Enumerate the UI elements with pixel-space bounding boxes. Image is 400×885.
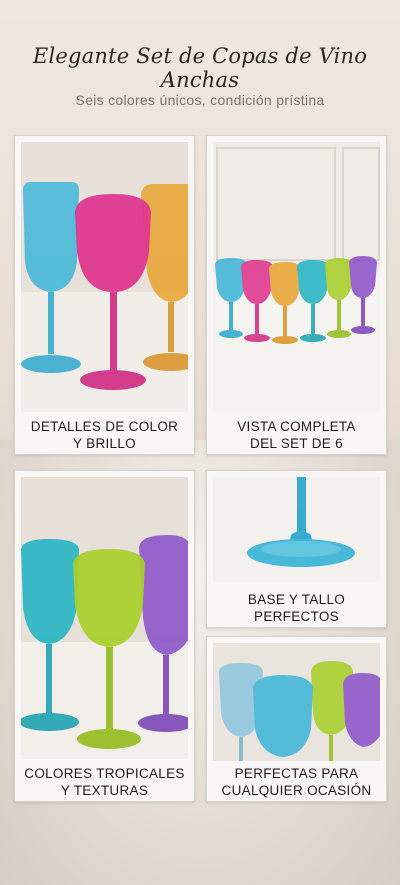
card-tropical-colors: COLORES TROPICALES Y TEXTURAS: [14, 470, 195, 802]
card-caption: BASE Y TALLO PERFECTOS: [207, 591, 386, 625]
page-title: Elegante Set de Copas de Vino Anchas: [32, 44, 368, 92]
glasses-closeup-image: [21, 142, 188, 412]
header: Elegante Set de Copas de Vino Anchas Sei…: [0, 0, 400, 125]
caption-line: Y TEXTURAS: [60, 783, 149, 798]
caption-line: PERFECTAS PARA: [234, 766, 359, 781]
caption-line: VISTA COMPLETA: [237, 419, 356, 434]
base-stem-image: [213, 477, 380, 582]
caption-line: BASE Y TALLO: [247, 592, 346, 607]
card-color-details: DETALLES DE COLOR Y BRILLO: [14, 135, 195, 455]
caption-line: COLORES TROPICALES: [24, 766, 185, 781]
card-base-stem: BASE Y TALLO PERFECTOS: [206, 470, 387, 628]
full-set-image: [213, 142, 380, 412]
caption-line: Y BRILLO: [73, 436, 136, 451]
card-any-occasion: PERFECTAS PARA CUALQUIER OCASIÓN: [206, 636, 387, 802]
card-caption: COLORES TROPICALES Y TEXTURAS: [15, 765, 194, 799]
caption-line: DEL SET DE 6: [250, 436, 343, 451]
occasion-glasses-image: [213, 643, 380, 761]
caption-line: PERFECTOS: [254, 609, 339, 624]
card-full-set: VISTA COMPLETA DEL SET DE 6: [206, 135, 387, 455]
page-subtitle: Seis colores únicos, condición prístina: [75, 92, 325, 108]
card-caption: VISTA COMPLETA DEL SET DE 6: [207, 418, 386, 452]
caption-line: DETALLES DE COLOR: [30, 419, 179, 434]
caption-line: CUALQUIER OCASIÓN: [221, 783, 372, 798]
tropical-glasses-image: [21, 477, 188, 759]
card-caption: PERFECTAS PARA CUALQUIER OCASIÓN: [207, 765, 386, 799]
card-caption: DETALLES DE COLOR Y BRILLO: [15, 418, 194, 452]
